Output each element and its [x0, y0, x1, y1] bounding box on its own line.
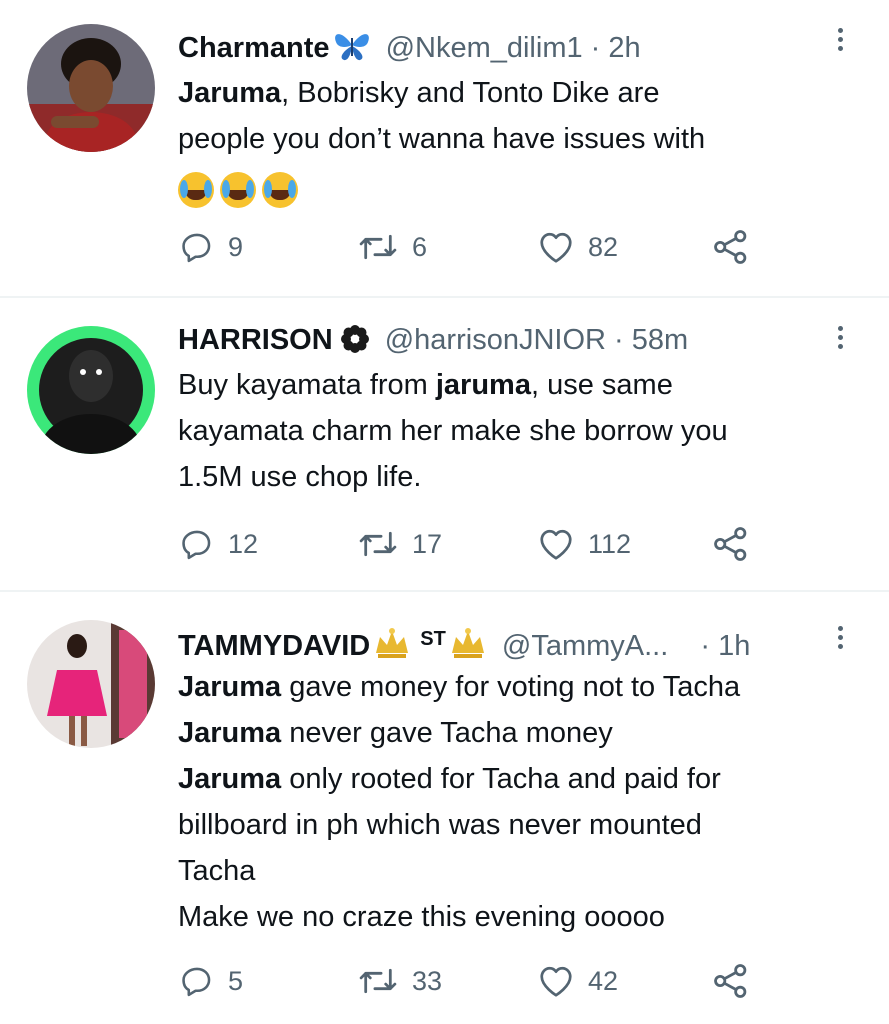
tweet-2[interactable]: HARRISON @harrisonJNIOR · 58m Buy kayama… — [0, 298, 889, 590]
handle[interactable]: @TammyA... — [502, 630, 668, 662]
tears-of-joy-emoji — [178, 172, 214, 209]
tweet-text: Jaruma gave money for voting not to Tach… — [178, 671, 741, 933]
like-icon — [540, 232, 572, 263]
display-name[interactable]: HARRISON — [178, 324, 333, 356]
tweet-actions: 5 33 42 — [180, 964, 780, 1004]
like-button[interactable]: 112 — [538, 527, 631, 561]
tears-of-joy-emoji — [262, 172, 298, 209]
like-count: 112 — [588, 528, 632, 559]
reply-icon — [182, 530, 211, 560]
reply-icon — [182, 233, 211, 263]
tweet-1[interactable]: Charmante @Nkem_dilim1 · 2h Jaruma, Bobr… — [0, 0, 889, 296]
retweet-button[interactable]: 17 — [358, 527, 442, 561]
like-count: 42 — [588, 965, 619, 996]
retweet-icon — [359, 531, 397, 557]
flower-badge-icon — [340, 325, 369, 362]
share-button[interactable] — [712, 964, 750, 998]
reply-count: 5 — [228, 965, 244, 996]
timestamp[interactable]: 2h — [608, 32, 640, 64]
retweet-count: 6 — [412, 231, 428, 262]
share-button[interactable] — [712, 230, 750, 264]
retweet-button[interactable]: 33 — [358, 964, 442, 998]
avatar[interactable] — [27, 326, 155, 454]
share-icon — [714, 230, 747, 264]
avatar[interactable] — [27, 620, 155, 748]
timestamp[interactable]: 1h — [718, 630, 750, 662]
retweet-icon — [359, 234, 397, 260]
like-icon — [540, 966, 572, 997]
tears-of-joy-emoji — [220, 172, 256, 209]
reply-button[interactable]: 5 — [180, 964, 243, 998]
reply-count: 12 — [228, 528, 259, 559]
like-button[interactable]: 42 — [538, 964, 618, 998]
retweet-icon — [359, 968, 397, 994]
handle[interactable]: @Nkem_dilim1 — [386, 32, 583, 64]
retweet-count: 33 — [412, 965, 443, 996]
reply-button[interactable]: 9 — [180, 230, 243, 264]
more-icon[interactable] — [836, 28, 846, 55]
reply-count: 9 — [228, 231, 244, 262]
like-count: 82 — [588, 231, 619, 262]
name-badge: ST — [420, 628, 446, 650]
retweet-button[interactable]: 6 — [358, 230, 427, 264]
mention: jaruma — [435, 369, 531, 401]
handle[interactable]: @harrisonJNIOR — [385, 324, 606, 356]
butterfly-icon — [332, 28, 372, 71]
mention: Jaruma — [178, 717, 282, 749]
tweet-header: Charmante @Nkem_dilim1 · 2h — [178, 28, 641, 71]
display-name[interactable]: Charmante — [178, 32, 330, 64]
like-icon — [540, 529, 572, 560]
retweet-count: 17 — [412, 528, 443, 559]
tweet-text: Buy kayamata from jaruma, use same kayam… — [178, 369, 728, 493]
tweet-header: TAMMYDAVID ST @TammyA... · 1h — [178, 621, 750, 670]
timestamp[interactable]: 58m — [632, 324, 688, 356]
share-button[interactable] — [712, 527, 750, 561]
reply-button[interactable]: 12 — [180, 527, 258, 561]
reply-icon — [182, 967, 211, 997]
share-icon — [714, 964, 747, 998]
mention: Jaruma — [178, 763, 282, 795]
mention: Jaruma — [178, 671, 282, 703]
like-button[interactable]: 82 — [538, 230, 618, 264]
tweet-text: Jaruma, Bobrisky and Tonto Dike are peop… — [178, 70, 705, 212]
tweet-actions: 9 6 82 — [180, 230, 780, 270]
mention: Jaruma — [178, 77, 282, 109]
share-icon — [714, 527, 747, 561]
tweet-header: HARRISON @harrisonJNIOR · 58m — [178, 322, 688, 362]
avatar[interactable] — [27, 24, 155, 152]
more-icon[interactable] — [836, 326, 846, 353]
more-icon[interactable] — [836, 626, 846, 653]
display-name[interactable]: TAMMYDAVID — [178, 630, 370, 662]
tweet-actions: 12 17 112 — [180, 527, 780, 567]
tweet-3[interactable]: TAMMYDAVID ST @TammyA... · 1h Jaruma gav… — [0, 592, 889, 1024]
